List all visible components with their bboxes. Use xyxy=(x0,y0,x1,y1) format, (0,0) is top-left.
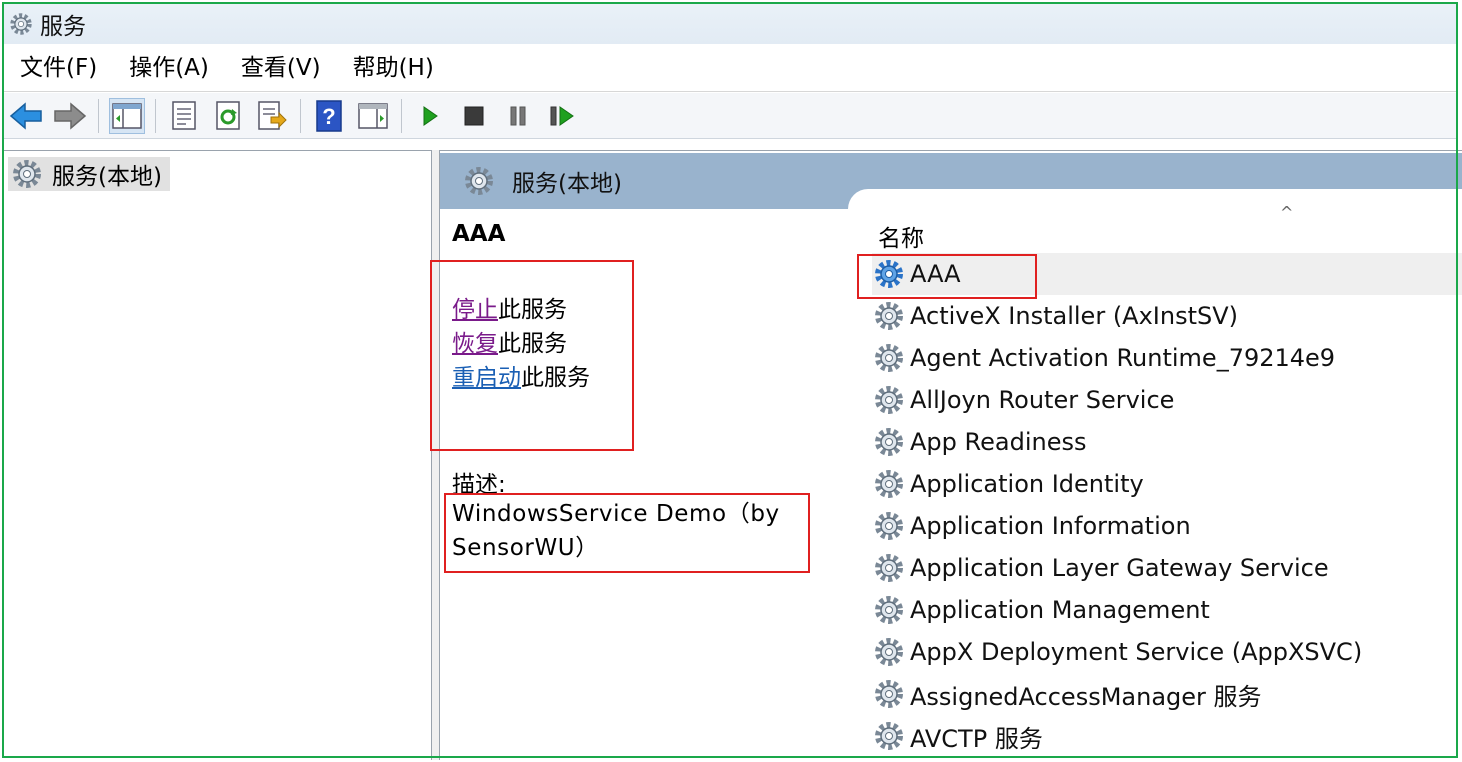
help-button[interactable]: ? xyxy=(311,98,347,134)
service-gear-icon xyxy=(872,593,906,627)
service-name: AssignedAccessManager 服务 xyxy=(910,682,1262,711)
service-gear-icon xyxy=(872,551,906,585)
menu-bar: 文件(F) 操作(A) 查看(V) 帮助(H) xyxy=(4,44,1456,92)
service-name: Application Information xyxy=(910,512,1191,540)
service-gear-icon xyxy=(872,509,906,543)
services-list: ^ 名称 AAA ActiveX Installer (AxInstSV) Agen… xyxy=(848,189,1462,760)
window-title: 服务 xyxy=(40,14,86,40)
services-app-icon xyxy=(8,11,34,37)
show-hide-tree-button[interactable] xyxy=(109,97,145,134)
sort-ascending-icon: ^ xyxy=(1280,203,1294,222)
view-button[interactable] xyxy=(355,98,391,134)
action-suffix: 此服务 xyxy=(498,331,567,357)
show-hide-tree-icon xyxy=(112,102,142,129)
service-gear-icon xyxy=(872,299,906,333)
service-name: AllJoyn Router Service xyxy=(910,386,1175,414)
restart-service-icon xyxy=(550,105,574,126)
start-service-icon xyxy=(423,105,438,126)
stop-service-button[interactable] xyxy=(456,98,492,134)
action-restart-row: 重启动此服务 xyxy=(452,361,590,395)
service-gear-icon xyxy=(872,383,906,417)
back-icon xyxy=(9,101,42,130)
service-name: Agent Activation Runtime_79214e9 xyxy=(910,344,1336,372)
action-suffix: 此服务 xyxy=(498,297,567,323)
service-row[interactable]: AssignedAccessManager 服务 xyxy=(872,673,1462,715)
export-list-icon xyxy=(258,100,287,130)
action-suffix: 此服务 xyxy=(521,365,590,391)
pause-service-button[interactable] xyxy=(500,98,536,134)
service-name: Application Management xyxy=(910,596,1210,624)
service-row[interactable]: Application Management xyxy=(872,589,1462,631)
services-gear-icon xyxy=(462,164,496,198)
services-gear-icon xyxy=(10,157,44,191)
service-gear-icon xyxy=(872,635,906,669)
pause-service-icon xyxy=(510,106,526,125)
restart-service-link[interactable]: 重启动 xyxy=(452,365,521,391)
service-name: AVCTP 服务 xyxy=(910,724,1043,753)
service-gear-icon xyxy=(872,467,906,501)
service-row[interactable]: AppX Deployment Service (AppXSVC) xyxy=(872,631,1462,673)
service-name: AppX Deployment Service (AppXSVC) xyxy=(910,638,1363,666)
selected-service-name: AAA xyxy=(452,221,506,247)
title-bar: 服务 xyxy=(4,4,1456,44)
toolbar-separator xyxy=(155,98,156,133)
service-row[interactable]: Agent Activation Runtime_79214e9 xyxy=(872,337,1462,379)
refresh-button[interactable] xyxy=(210,98,246,134)
back-button[interactable] xyxy=(8,98,44,134)
forward-button[interactable] xyxy=(52,98,88,134)
service-gear-icon xyxy=(872,719,906,753)
menu-view[interactable]: 查看(V) xyxy=(225,48,337,88)
export-list-button[interactable] xyxy=(254,98,290,134)
toolbar-separator xyxy=(401,98,402,133)
stop-service-icon xyxy=(464,106,484,125)
menu-help[interactable]: 帮助(H) xyxy=(337,48,450,88)
toolbar-separator xyxy=(300,98,301,133)
service-name: AAA xyxy=(910,260,961,288)
restart-service-button[interactable] xyxy=(544,98,580,134)
service-gear-icon xyxy=(872,677,906,711)
description-text: WindowsService Demo（by SensorWU） xyxy=(452,501,780,561)
forward-icon xyxy=(54,101,87,130)
toolbar: ? xyxy=(4,93,1456,139)
description-label: 描述: xyxy=(452,472,506,498)
menu-action[interactable]: 操作(A) xyxy=(113,48,225,88)
tree-node-label: 服务(本地) xyxy=(52,164,162,190)
service-row[interactable]: App Readiness xyxy=(872,421,1462,463)
service-gear-icon xyxy=(872,341,906,375)
tree-node-services-local[interactable]: 服务(本地) xyxy=(8,157,170,191)
column-header-name[interactable]: 名称 xyxy=(878,219,924,253)
service-gear-icon xyxy=(872,257,906,291)
tree-pane: 服务(本地) xyxy=(4,150,432,760)
properties-icon xyxy=(172,100,196,130)
service-row[interactable]: AAA xyxy=(872,253,1462,295)
refresh-icon xyxy=(216,100,240,130)
properties-button[interactable] xyxy=(166,98,202,134)
help-icon: ? xyxy=(316,99,342,132)
svg-text:?: ? xyxy=(322,104,335,129)
service-row[interactable]: Application Information xyxy=(872,505,1462,547)
pane-splitter[interactable] xyxy=(432,150,440,760)
service-row[interactable]: AllJoyn Router Service xyxy=(872,379,1462,421)
service-row[interactable]: Application Identity xyxy=(872,463,1462,505)
start-service-button[interactable] xyxy=(412,98,448,134)
service-name: ActiveX Installer (AxInstSV) xyxy=(910,302,1239,330)
action-stop-row: 停止此服务 xyxy=(452,293,590,327)
resume-service-link[interactable]: 恢复 xyxy=(452,331,498,357)
view-icon xyxy=(358,102,388,129)
service-name: App Readiness xyxy=(910,428,1087,456)
service-name: Application Layer Gateway Service xyxy=(910,554,1329,582)
service-name: Application Identity xyxy=(910,470,1144,498)
action-resume-row: 恢复此服务 xyxy=(452,327,590,361)
service-row[interactable]: AVCTP 服务 xyxy=(872,715,1462,757)
service-actions: 停止此服务 恢复此服务 重启动此服务 xyxy=(452,293,590,395)
details-header-title: 服务(本地) xyxy=(512,171,622,197)
toolbar-separator xyxy=(98,98,99,133)
service-row[interactable]: ActiveX Installer (AxInstSV) xyxy=(872,295,1462,337)
menu-file[interactable]: 文件(F) xyxy=(4,48,113,88)
stop-service-link[interactable]: 停止 xyxy=(452,297,498,323)
details-pane: 服务(本地) AAA 停止此服务 恢复此服务 重启动此服务 描述: Window… xyxy=(440,150,1462,760)
service-gear-icon xyxy=(872,425,906,459)
service-row[interactable]: Application Layer Gateway Service xyxy=(872,547,1462,589)
